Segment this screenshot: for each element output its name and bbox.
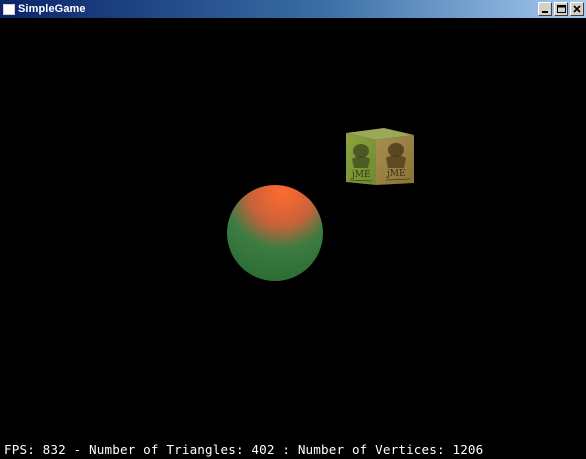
close-icon <box>573 5 581 13</box>
title-bar[interactable]: SimpleGame <box>0 0 586 18</box>
window-controls <box>538 2 584 16</box>
minimize-icon <box>542 11 548 13</box>
stats-hud: FPS: 832 - Number of Triangles: 402 : Nu… <box>4 442 484 457</box>
sphere-object <box>227 185 323 281</box>
close-button[interactable] <box>570 2 584 16</box>
window-title: SimpleGame <box>18 3 86 15</box>
box-side-texture-text: jME <box>386 169 406 179</box>
app-icon <box>3 3 15 15</box>
maximize-button[interactable] <box>554 2 568 16</box>
maximize-icon <box>557 5 566 13</box>
minimize-button[interactable] <box>538 2 552 16</box>
textured-box-object: jME jME <box>346 128 414 185</box>
box-front-texture-text: jME <box>351 170 371 180</box>
game-window: SimpleGame jME jME FPS: 832 - Number of … <box>0 0 586 459</box>
render-viewport[interactable]: jME jME FPS: 832 - Number of Triangles: … <box>0 18 586 459</box>
